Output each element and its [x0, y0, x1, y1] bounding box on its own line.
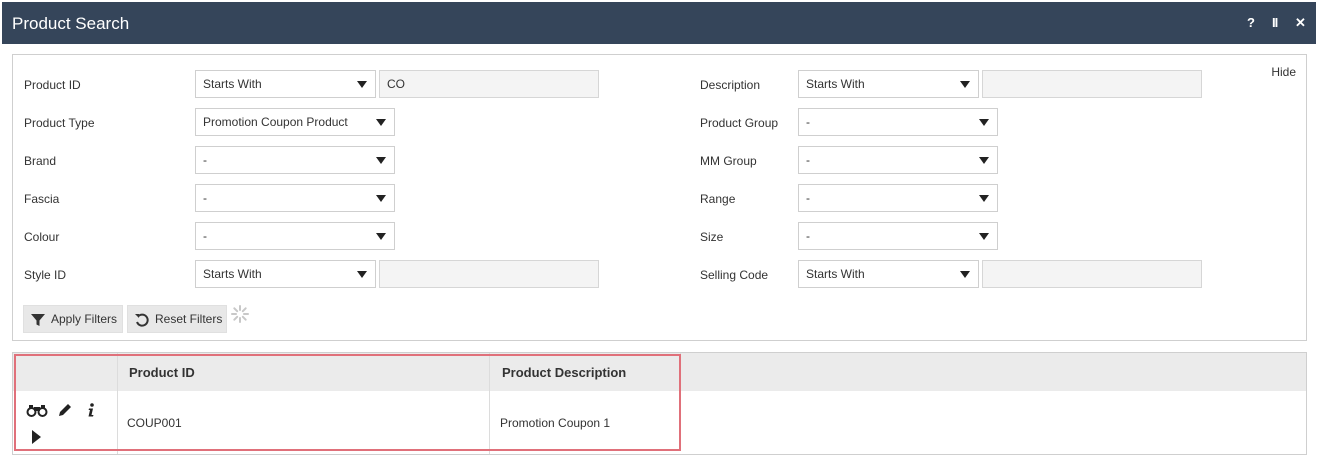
filter-panel: Hide Product ID Starts With CO Product T…: [12, 54, 1307, 341]
apply-filters-label: Apply Filters: [51, 312, 118, 326]
column-divider: [117, 353, 118, 454]
product-group-value: -: [806, 115, 810, 129]
size-label: Size: [700, 230, 724, 244]
style-id-input[interactable]: [379, 260, 599, 288]
colour-label: Colour: [24, 230, 60, 244]
fascia-select[interactable]: -: [195, 184, 395, 212]
chevron-down-icon: [979, 195, 989, 202]
style-id-label: Style ID: [24, 268, 67, 282]
product-id-input-value: CO: [387, 77, 405, 91]
style-id-mode-select[interactable]: Starts With: [195, 260, 376, 288]
chevron-down-icon: [376, 195, 386, 202]
pencil-icon[interactable]: [58, 403, 72, 417]
reset-icon: [135, 313, 149, 327]
description-input[interactable]: [982, 70, 1202, 98]
chevron-down-icon: [960, 271, 970, 278]
mm-group-select[interactable]: -: [798, 146, 998, 174]
product-id-mode-value: Starts With: [203, 77, 262, 91]
row-product-id[interactable]: COUP001: [127, 416, 182, 430]
chevron-down-icon: [979, 119, 989, 126]
loading-spinner-icon: [231, 305, 249, 323]
chevron-down-icon: [357, 81, 367, 88]
brand-label: Brand: [24, 154, 57, 168]
fascia-value: -: [203, 191, 207, 205]
product-type-select[interactable]: Promotion Coupon Product: [195, 108, 395, 136]
filter-icon: [31, 314, 45, 326]
window-title: Product Search: [12, 14, 130, 33]
product-id-input[interactable]: CO: [379, 70, 599, 98]
size-select[interactable]: -: [798, 222, 998, 250]
row-product-description: Promotion Coupon 1: [500, 416, 611, 430]
pause-button[interactable]: II: [1272, 15, 1278, 31]
help-button[interactable]: ?: [1247, 15, 1255, 31]
selling-code-label: Selling Code: [700, 268, 769, 282]
expand-arrow-icon[interactable]: [31, 430, 41, 444]
colour-select[interactable]: -: [195, 222, 395, 250]
apply-filters-button[interactable]: Apply Filters: [23, 305, 123, 333]
hide-filters-link[interactable]: Hide: [1271, 65, 1296, 79]
range-select[interactable]: -: [798, 184, 998, 212]
column-divider: [680, 353, 681, 391]
style-id-mode-value: Starts With: [203, 267, 262, 281]
chevron-down-icon: [979, 157, 989, 164]
product-group-select[interactable]: -: [798, 108, 998, 136]
reset-filters-button[interactable]: Reset Filters: [127, 305, 227, 333]
range-value: -: [806, 191, 810, 205]
info-icon[interactable]: [87, 403, 95, 417]
chevron-down-icon: [376, 119, 386, 126]
product-type-value: Promotion Coupon Product: [203, 115, 348, 129]
product-group-label: Product Group: [700, 116, 779, 130]
reset-filters-label: Reset Filters: [155, 312, 223, 326]
chevron-down-icon: [376, 157, 386, 164]
brand-select[interactable]: -: [195, 146, 395, 174]
window-titlebar: Product Search ? II ✕: [2, 2, 1316, 44]
description-mode-select[interactable]: Starts With: [798, 70, 979, 98]
product-type-label: Product Type: [24, 116, 95, 130]
mm-group-label: MM Group: [700, 154, 757, 168]
chevron-down-icon: [376, 233, 386, 240]
binoculars-icon[interactable]: [26, 405, 48, 417]
colour-value: -: [203, 229, 207, 243]
chevron-down-icon: [357, 271, 367, 278]
fascia-label: Fascia: [24, 192, 60, 206]
description-label: Description: [700, 78, 761, 92]
description-mode-value: Starts With: [806, 77, 865, 91]
chevron-down-icon: [979, 233, 989, 240]
close-button[interactable]: ✕: [1295, 15, 1306, 31]
size-value: -: [806, 229, 810, 243]
results-header-row: Product ID Product Description: [13, 353, 1306, 391]
chevron-down-icon: [960, 81, 970, 88]
selling-code-mode-value: Starts With: [806, 267, 865, 281]
results-grid: Product ID Product Description COUP001 P…: [12, 352, 1307, 455]
product-id-column-header[interactable]: Product ID: [129, 365, 195, 380]
product-description-column-header[interactable]: Product Description: [502, 365, 626, 380]
selling-code-mode-select[interactable]: Starts With: [798, 260, 979, 288]
mm-group-value: -: [806, 153, 810, 167]
range-label: Range: [700, 192, 736, 206]
product-id-mode-select[interactable]: Starts With: [195, 70, 376, 98]
product-id-label: Product ID: [24, 78, 81, 92]
selling-code-input[interactable]: [982, 260, 1202, 288]
brand-value: -: [203, 153, 207, 167]
column-divider: [489, 353, 490, 454]
